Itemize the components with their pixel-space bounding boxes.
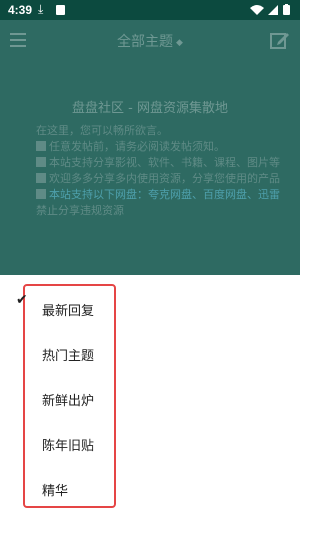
notice-line: 本站支持以下网盘：夸克网盘、百度网盘、迅雷网盘、阿里网盘、天翼网盘、123网盘 [36, 187, 280, 203]
notice-title: 盘盘社区 - 网盘资源集散地 [72, 101, 228, 116]
bullet-icon [36, 141, 46, 151]
dropdown-caret-icon: ◆ [176, 38, 183, 48]
notice-line: 禁止分享违规资源 [36, 204, 124, 217]
system-icons [250, 4, 294, 19]
bullet-icon [36, 157, 46, 167]
edit-icon[interactable] [270, 31, 290, 49]
status-time: 4:39 [8, 3, 33, 17]
notice-line-text: 欢迎多多分享多内使用资源，分享您使用的产品 [49, 172, 280, 185]
sort-popup: 最新回复 热门主题 新鲜出炉 陈年旧贴 精华 [0, 275, 300, 533]
notice-line: 在这里，您可以畅所欲言。 [36, 124, 168, 137]
status-bar: 4:39 ⤓ [0, 0, 300, 20]
topic-filter-label: 全部主题 [117, 34, 174, 50]
bullet-icon [36, 173, 46, 183]
notice-line: 欢迎多多分享多内使用资源，分享您使用的产品 [36, 171, 280, 187]
image-icon [56, 5, 65, 15]
sort-option-hot[interactable]: 热门主题 [42, 345, 94, 364]
notice-body: 在这里，您可以畅所欲言。 任意发帖前，请务必阅读发帖须知。 本站支持分享影视、软… [36, 123, 280, 219]
notice-line: 本站支持分享影视、软件、书籍、课程、图片等资源，欢迎大家积极发贴交流。 [36, 155, 280, 171]
notice-line-text: 任意发帖前，请务必阅读发帖须知。 [49, 140, 225, 153]
notice-line-text: 本站支持以下网盘：夸克网盘、百度网盘、迅雷网盘、阿里网盘、天翼网盘、123网盘 [49, 188, 280, 201]
app-bar: 全部主题 ◆ [0, 20, 300, 60]
sort-menu: 最新回复 热门主题 新鲜出炉 陈年旧贴 精华 [23, 284, 116, 508]
download-icon: ⤓ [38, 2, 44, 16]
notice-line: 任意发帖前，请务必阅读发帖须知。 [36, 139, 280, 155]
bullet-icon [36, 189, 46, 199]
checkmark-icon: ✔ [16, 292, 28, 308]
sort-option-old[interactable]: 陈年旧贴 [42, 435, 94, 454]
sort-option-new[interactable]: 新鲜出炉 [42, 390, 94, 409]
sort-option-latest-reply[interactable]: 最新回复 [42, 300, 94, 319]
notice-line-text: 本站支持分享影视、软件、书籍、课程、图片等资源，欢迎大家积极发贴交流。 [49, 156, 280, 169]
topic-filter-title[interactable]: 全部主题 ◆ [0, 31, 300, 51]
sort-option-essence[interactable]: 精华 [42, 480, 68, 499]
notice-panel: 盘盘社区 - 网盘资源集散地 在这里，您可以畅所欲言。 任意发帖前，请务必阅读发… [0, 60, 300, 275]
wifi-signal-battery-icons [250, 4, 290, 15]
